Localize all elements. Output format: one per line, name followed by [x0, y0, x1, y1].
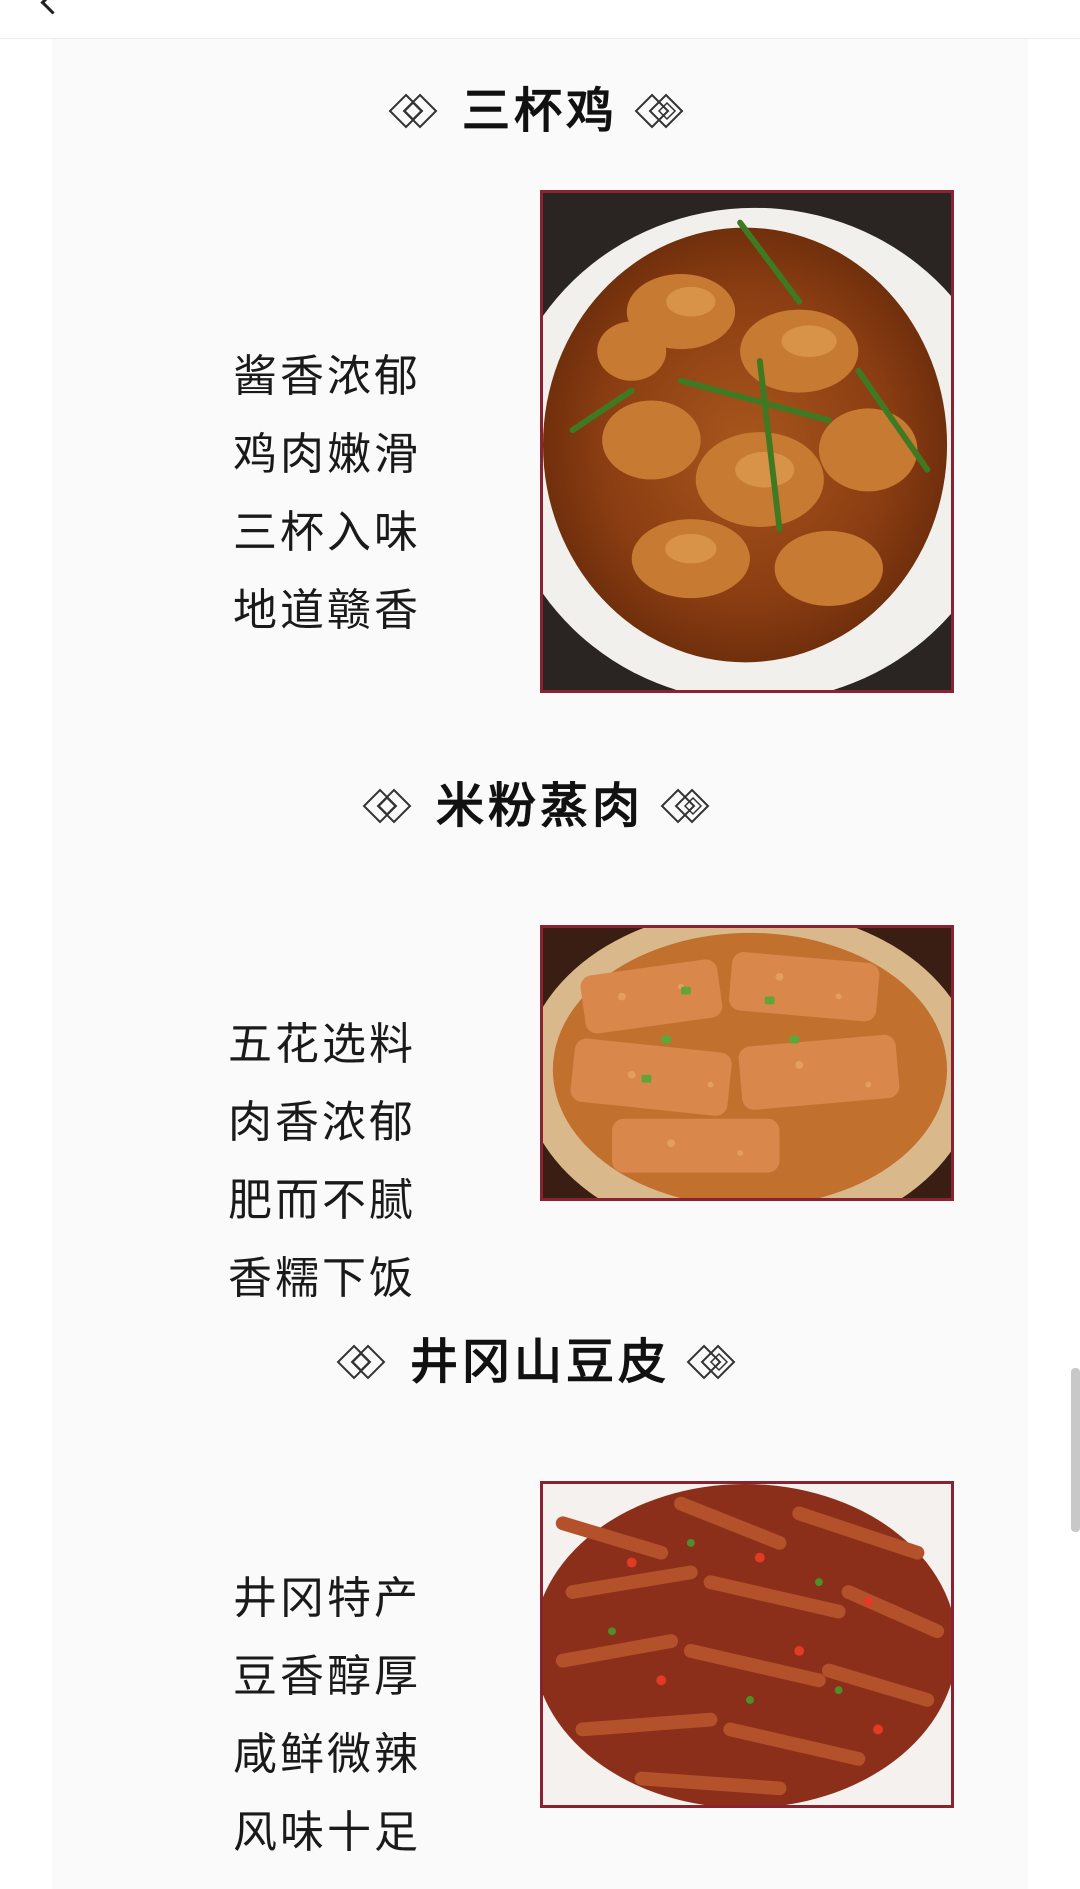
dish-title-row: 三杯鸡 — [52, 81, 1028, 141]
double-diamond-ornament-icon — [686, 1344, 736, 1380]
description-line: 地道赣香 — [233, 585, 421, 636]
dish-title-row: 井冈山豆皮 — [52, 1332, 1028, 1392]
back-chevron-icon[interactable] — [40, 0, 65, 15]
menu-article: 三杯鸡 酱香浓郁 鸡肉嫩滑 三杯入味 地道赣香 米粉蒸肉 五花选料 肉香浓郁 肥… — [52, 39, 1028, 1889]
san-bei-ji-dish-photo — [540, 190, 954, 693]
dish-description: 五花选料 肉香浓郁 肥而不腻 香糯下饭 — [228, 1006, 416, 1318]
description-line: 鸡肉嫩滑 — [233, 429, 421, 480]
dish-title: 三杯鸡 — [461, 83, 618, 139]
scrollbar-thumb[interactable] — [1071, 1368, 1080, 1532]
description-line: 咸鲜微辣 — [233, 1729, 421, 1780]
description-line: 肉香浓郁 — [228, 1097, 416, 1148]
double-diamond-ornament-icon — [388, 93, 438, 129]
double-diamond-ornament-icon — [362, 788, 412, 824]
dish-description: 酱香浓郁 鸡肉嫩滑 三杯入味 地道赣香 — [233, 338, 421, 650]
description-line: 肥而不腻 — [228, 1175, 416, 1226]
description-line: 风味十足 — [233, 1807, 421, 1858]
description-line: 五花选料 — [228, 1019, 416, 1070]
description-line: 酱香浓郁 — [233, 351, 421, 402]
description-line: 井冈特产 — [233, 1573, 421, 1624]
double-diamond-ornament-icon — [634, 93, 684, 129]
dish-title-row: 米粉蒸肉 — [52, 776, 1028, 836]
top-bar — [0, 0, 1080, 39]
steamed-pork-rice-flour-photo — [540, 925, 954, 1201]
double-diamond-ornament-icon — [336, 1344, 386, 1380]
double-diamond-ornament-icon — [660, 788, 710, 824]
description-line: 豆香醇厚 — [233, 1651, 421, 1702]
dish-title: 米粉蒸肉 — [435, 778, 644, 834]
jinggangshan-tofu-skin-photo — [540, 1481, 954, 1808]
dish-title: 井冈山豆皮 — [409, 1334, 670, 1390]
description-line: 三杯入味 — [233, 507, 421, 558]
description-line: 香糯下饭 — [228, 1253, 416, 1304]
dish-description: 井冈特产 豆香醇厚 咸鲜微辣 风味十足 — [233, 1560, 421, 1872]
